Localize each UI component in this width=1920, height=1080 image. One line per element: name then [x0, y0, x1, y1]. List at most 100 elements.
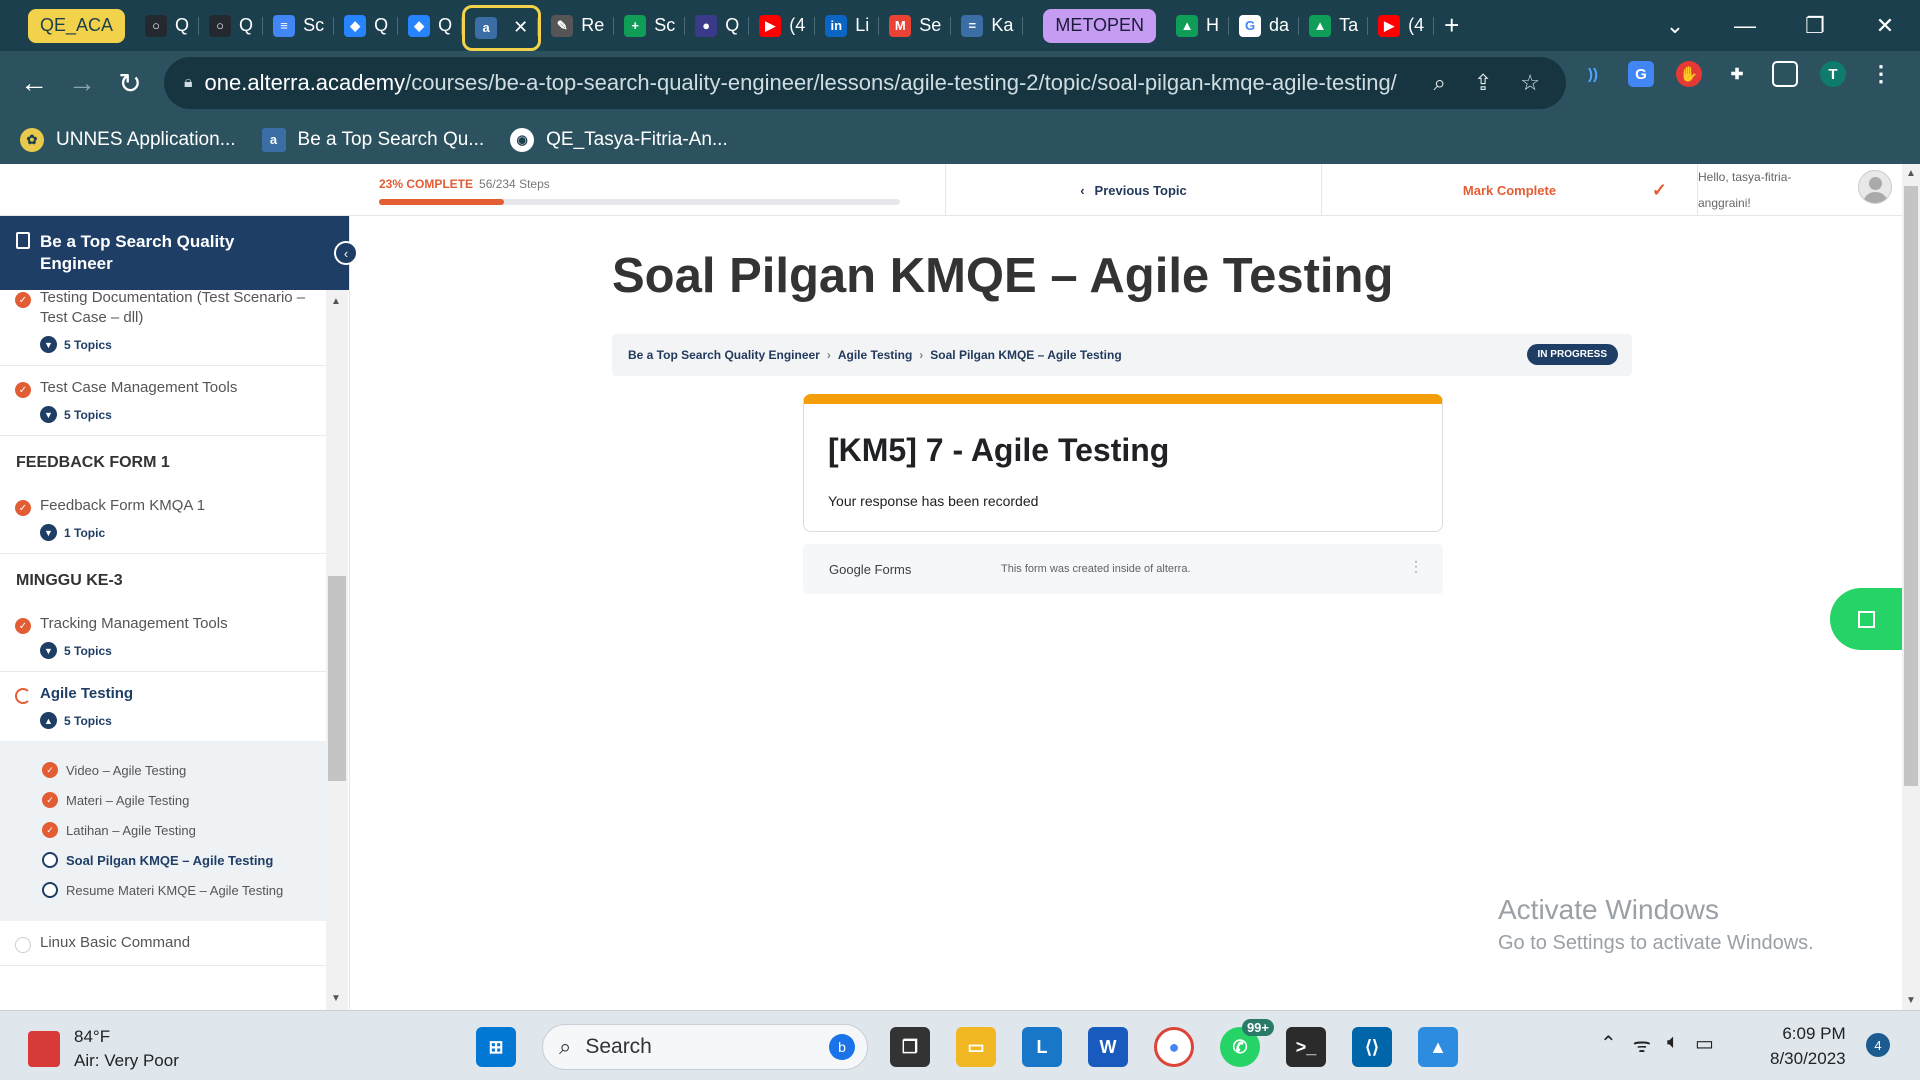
tab-7[interactable]: + Sc: [614, 7, 686, 45]
scroll-down-arrow-icon[interactable]: ▼: [1906, 995, 1916, 1006]
share-icon[interactable]: ⇪: [1474, 70, 1492, 96]
topic-materi-agile-testing[interactable]: ✓ Materi – Agile Testing: [0, 785, 326, 815]
back-button[interactable]: ←: [10, 67, 58, 99]
close-tab-icon[interactable]: ✕: [513, 17, 528, 38]
chevron-up-icon[interactable]: ⌃: [1600, 1031, 1617, 1058]
topics-toggle[interactable]: ▼ 5 Topics: [40, 642, 326, 659]
sidebar-scrollbar[interactable]: ▲ ▼: [326, 290, 348, 1010]
topics-toggle[interactable]: ▼ 1 Topic: [40, 524, 326, 541]
start-button[interactable]: ⊞: [476, 1027, 516, 1067]
topics-toggle[interactable]: ▼ 5 Topics: [40, 406, 326, 423]
extensions-puzzle-icon[interactable]: ✚: [1724, 61, 1750, 87]
photos-icon[interactable]: ▲: [1418, 1027, 1458, 1067]
file-explorer-icon[interactable]: ▭: [956, 1027, 996, 1067]
tab2-2[interactable]: ▲ Ta: [1299, 7, 1369, 45]
microsoft-word-icon[interactable]: W: [1088, 1027, 1128, 1067]
tab-search-icon[interactable]: ⌄: [1640, 13, 1710, 39]
topic-resume-materi-kmqe[interactable]: Resume Materi KMQE – Agile Testing: [0, 875, 326, 905]
topic-soal-pilgan-kmqe[interactable]: Soal Pilgan KMQE – Agile Testing: [0, 845, 326, 875]
scroll-down-arrow-icon[interactable]: ▼: [331, 993, 341, 1004]
tab-3[interactable]: ◆ Q: [334, 7, 399, 45]
lesson-feedback-form-kmqa-1[interactable]: ✓ Feedback Form KMQA 1 ▼ 1 Topic: [0, 484, 326, 554]
task-view-icon[interactable]: ❐: [890, 1027, 930, 1067]
tab-group-qe-aca[interactable]: QE_ACA: [28, 8, 126, 43]
weather-widget[interactable]: 84°F Air: Very Poor: [28, 1025, 179, 1073]
app-l-icon[interactable]: L: [1022, 1027, 1062, 1067]
bookmark-alterra-course[interactable]: a Be a Top Search Qu...: [261, 127, 484, 152]
terminal-icon[interactable]: >_: [1286, 1027, 1326, 1067]
lesson-tracking-management-tools[interactable]: ✓ Tracking Management Tools ▼ 5 Topics: [0, 602, 326, 672]
page-scroll-thumb[interactable]: [1904, 186, 1918, 786]
wifi-icon[interactable]: ᯤ: [1633, 1031, 1651, 1058]
forward-button[interactable]: →: [58, 67, 106, 99]
course-title-header[interactable]: Be a Top Search Quality Engineer: [0, 216, 349, 290]
tab-9[interactable]: ▶ (4: [749, 7, 816, 45]
new-tab-button[interactable]: +: [1434, 7, 1469, 45]
minimize-button[interactable]: —: [1710, 13, 1780, 39]
tab-title: Ta: [1339, 15, 1359, 35]
tab-0[interactable]: ○ Q: [135, 7, 200, 45]
more-options-icon[interactable]: ⋮: [1409, 558, 1423, 575]
topic-latihan-agile-testing[interactable]: ✓ Latihan – Agile Testing: [0, 815, 326, 845]
scroll-up-arrow-icon[interactable]: ▲: [1906, 168, 1916, 179]
tab-5[interactable]: a ✕: [462, 4, 542, 51]
battery-icon[interactable]: ▭: [1695, 1031, 1714, 1058]
lesson-testing-documentation[interactable]: ✓ Testing Documentation (Test Scenario –…: [0, 290, 326, 366]
collapse-sidebar-button[interactable]: ‹: [334, 241, 358, 265]
page-scrollbar[interactable]: ▲ ▼: [1902, 164, 1920, 1010]
tab-11[interactable]: M Se: [879, 7, 952, 45]
breadcrumb-topic[interactable]: Soal Pilgan KMQE – Agile Testing: [930, 348, 1121, 362]
whatsapp-icon[interactable]: ✆ 99+: [1220, 1019, 1274, 1067]
user-greeting[interactable]: Hello, tasya-fitria-anggraini!: [1697, 164, 1902, 216]
bing-chat-icon[interactable]: b: [829, 1034, 855, 1060]
tab2-1[interactable]: Gda: [1229, 7, 1300, 45]
topics-toggle[interactable]: ▼ 5 Topics: [40, 336, 326, 353]
notification-badge[interactable]: 4: [1866, 1033, 1890, 1057]
tab-group-metopen[interactable]: METOPEN: [1043, 8, 1157, 43]
mark-complete-button[interactable]: Mark Complete ✓: [1321, 164, 1697, 216]
tab-2[interactable]: ≡ Sc: [263, 7, 335, 45]
bookmark-star-icon[interactable]: ☆: [1520, 70, 1540, 96]
topic-video-agile-testing[interactable]: ✓ Video – Agile Testing: [0, 755, 326, 785]
bookmark-github-repo[interactable]: ◉ QE_Tasya-Fitria-An...: [510, 127, 728, 152]
vs-code-icon[interactable]: ⟨⟩: [1352, 1027, 1392, 1067]
lesson-agile-testing[interactable]: Agile Testing ▲ 5 Topics: [0, 672, 326, 741]
zoom-icon[interactable]: ⌕: [1434, 70, 1446, 96]
volume-icon[interactable]: 🔈︎: [1667, 1031, 1679, 1058]
previous-topic-button[interactable]: ‹ Previous Topic: [945, 164, 1321, 216]
tab2-3[interactable]: ▶ (4: [1368, 7, 1435, 45]
address-bar[interactable]: 🔒︎ one.alterra.academy/courses/be-a-top-…: [164, 57, 1566, 109]
topics-toggle[interactable]: ▲ 5 Topics: [40, 712, 326, 729]
tab2-0[interactable]: ▲ H: [1166, 7, 1230, 45]
tab-4[interactable]: ◆ Q: [398, 7, 463, 45]
breadcrumb-lesson[interactable]: Agile Testing: [838, 348, 912, 362]
scroll-up-arrow-icon[interactable]: ▲: [331, 296, 341, 307]
tab-6[interactable]: ✎ Re: [541, 7, 615, 45]
read-aloud-extension-icon[interactable]: )): [1580, 61, 1606, 87]
google-forms-logo[interactable]: Google Forms: [829, 562, 1001, 577]
taskbar-search[interactable]: ⌕ Search b: [542, 1024, 868, 1070]
profile-avatar[interactable]: T: [1820, 61, 1846, 87]
tab-12[interactable]: = Ka: [951, 7, 1024, 45]
lesson-test-case-management-tools[interactable]: ✓ Test Case Management Tools ▼ 5 Topics: [0, 366, 326, 436]
restore-button[interactable]: ❐: [1780, 13, 1850, 39]
reload-button[interactable]: ↻: [106, 67, 154, 100]
side-panel-icon[interactable]: [1772, 61, 1798, 87]
tab-8[interactable]: ● Q: [685, 7, 750, 45]
tab-10[interactable]: in Li: [815, 7, 880, 45]
browser-menu-icon[interactable]: ⋮: [1868, 61, 1894, 87]
lesson-linux-basic-command[interactable]: Linux Basic Command: [0, 921, 326, 966]
close-window-button[interactable]: ✕: [1850, 13, 1920, 39]
lock-icon[interactable]: 🔒︎: [184, 74, 193, 92]
user-avatar[interactable]: [1858, 170, 1892, 204]
tab-1[interactable]: ○ Q: [199, 7, 264, 45]
google-chrome-icon[interactable]: ●: [1154, 1027, 1194, 1067]
bookmark-unnes[interactable]: ✿ UNNES Application...: [20, 127, 236, 152]
adblock-extension-icon[interactable]: ✋: [1676, 61, 1702, 87]
breadcrumb-course[interactable]: Be a Top Search Quality Engineer: [628, 348, 820, 362]
google-translate-extension-icon[interactable]: G: [1628, 61, 1654, 87]
github-icon: ◉: [510, 127, 535, 152]
chat-floating-button[interactable]: [1830, 588, 1902, 650]
system-clock[interactable]: 6:09 PM 8/30/2023: [1770, 1021, 1846, 1071]
sidebar-scroll-thumb[interactable]: [328, 576, 346, 781]
